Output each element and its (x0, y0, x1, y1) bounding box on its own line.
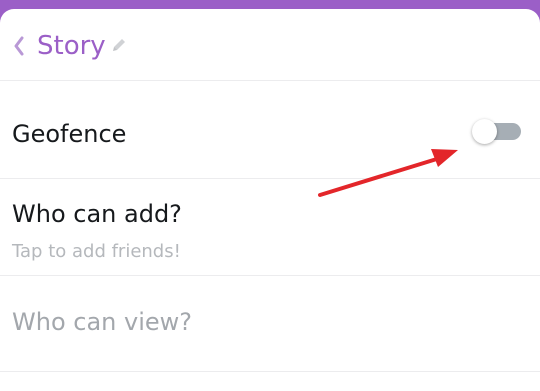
who-can-add-row[interactable]: Who can add? Tap to add friends! (0, 179, 540, 276)
story-settings-sheet: Story Geofence Who can add? Tap to add f… (0, 9, 540, 391)
app-frame: Story Geofence Who can add? Tap to add f… (0, 0, 540, 391)
who-can-add-subtitle: Tap to add friends! (12, 241, 181, 262)
geofence-label: Geofence (12, 120, 127, 148)
toggle-knob (472, 119, 497, 144)
who-can-view-row[interactable]: Who can view? (0, 276, 540, 372)
chevron-left-icon[interactable] (11, 29, 27, 63)
who-can-add-label: Who can add? (12, 200, 182, 228)
pencil-icon[interactable] (111, 37, 127, 53)
geofence-row: Geofence (0, 81, 540, 179)
page-title: Story (37, 31, 106, 61)
geofence-toggle[interactable] (472, 119, 521, 144)
header: Story (0, 9, 540, 81)
who-can-view-label: Who can view? (12, 308, 192, 336)
